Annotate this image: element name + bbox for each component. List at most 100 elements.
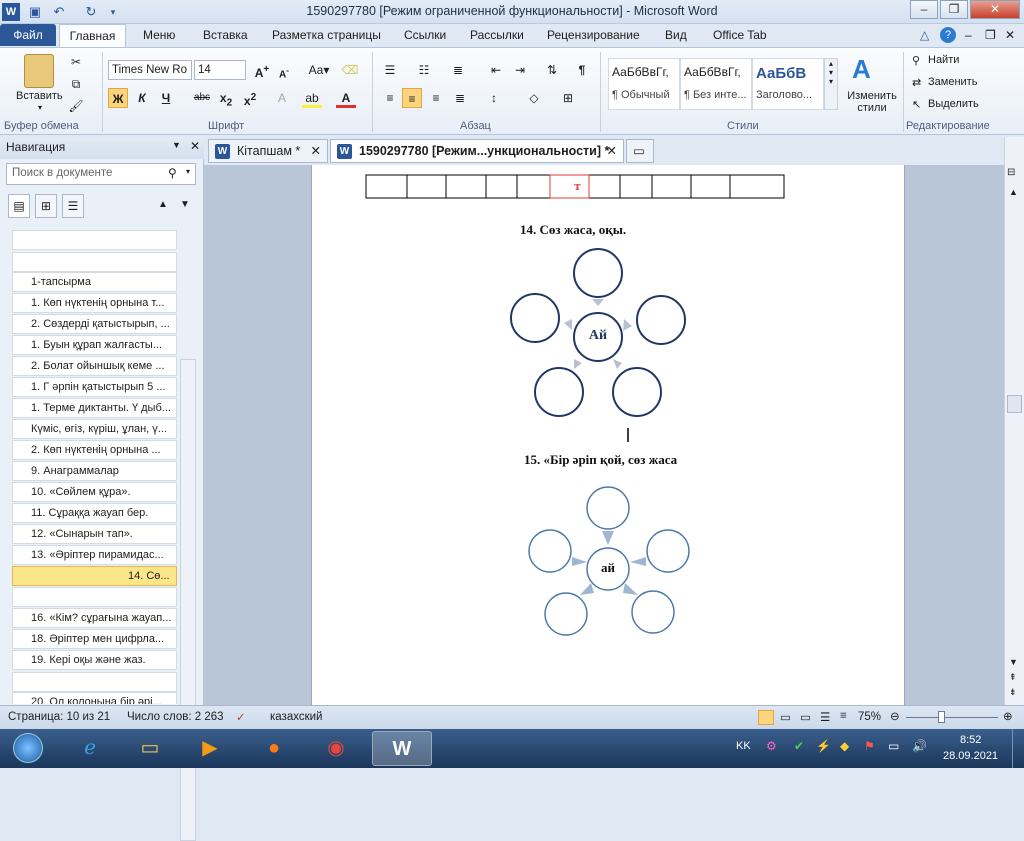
subscript-button[interactable]: x2 [216,88,236,108]
nav-heading-item[interactable]: 10. «Сөйлем құра». [12,482,177,502]
nav-heading-item[interactable]: 2. Болат ойыншық кеме ... [12,356,177,376]
print-layout-icon[interactable] [758,710,774,725]
help-icon[interactable]: ? [940,27,956,43]
doc-tab-current[interactable]: W 1590297780 [Режим...ункциональности] *… [330,139,624,163]
nav-heading-item[interactable]: 11. Сұраққа жауап бер. [12,503,177,523]
multilevel-list-icon[interactable]: ≣ [448,60,468,80]
nav-heading-item[interactable]: 1. Терме диктанты. Ү дыб... [12,398,177,418]
nav-heading-selected[interactable]: 14. Сө... [12,566,177,586]
search-options-icon[interactable]: ▾ [186,167,190,176]
strikethrough-button[interactable]: abc [190,88,214,108]
new-tab-icon[interactable]: ▭ [626,139,654,163]
vertical-scrollbar[interactable]: ⊟ ▲ ▼ ⇞ ⇟ [1004,137,1024,705]
tray-flag-icon[interactable]: ⚑ [864,739,875,753]
tray-volume-icon[interactable]: 🔊 [912,739,927,753]
styles-scroll[interactable]: ▴ ▾ ▾ [824,58,838,110]
tray-updates-icon[interactable]: ◆ [840,739,849,753]
line-spacing-icon[interactable]: ↕ [484,88,504,108]
tab-page-layout[interactable]: Разметка страницы [272,28,381,42]
firefox-icon[interactable]: ● [248,731,300,766]
change-case-icon[interactable]: Aa▾ [306,60,332,80]
zoom-in-icon[interactable]: ⊕ [1003,709,1013,723]
web-layout-icon[interactable]: ▭ [800,710,811,724]
nav-heading-item[interactable]: Күміс, өгіз, күріш, ұлан, ү... [12,419,177,439]
restore-button[interactable]: ❐ [940,0,968,19]
tab-insert[interactable]: Вставка [203,28,248,42]
tray-security-icon[interactable]: ✔ [794,739,804,753]
show-desktop-button[interactable] [1012,729,1024,768]
find-icon[interactable]: ⚲ [912,54,920,67]
nav-heading-item[interactable]: 2. Сөздерді қатыстырып, ... [12,314,177,334]
tab-review[interactable]: Рецензирование [547,28,640,42]
doc-minimize-icon[interactable]: – [965,28,972,42]
select-button[interactable]: Выделить [928,98,979,110]
font-color-icon[interactable]: A [336,88,356,108]
nav-heading-item[interactable]: 18. Әріптер мен цифрла... [12,629,177,649]
tab-view[interactable]: Вид [665,28,687,42]
full-screen-icon[interactable]: ▭ [780,710,791,724]
file-explorer-icon[interactable]: ▭ [124,731,176,766]
change-styles-button[interactable]: Изменить стили [845,90,899,114]
close-tab-icon[interactable]: ✕ [607,140,617,162]
word-taskbar-button[interactable]: W [372,731,432,766]
tray-display-icon[interactable]: ▭ [888,739,899,753]
find-button[interactable]: Найти [928,54,959,66]
text-effects-icon[interactable]: A [272,88,292,108]
proofing-icon[interactable]: ✓ [236,710,246,724]
input-language[interactable]: KK [736,740,751,752]
nav-scrollbar[interactable] [180,359,196,841]
minimize-button[interactable]: – [910,0,938,19]
doc-close-icon[interactable]: ✕ [1005,28,1015,42]
change-styles-icon[interactable]: A [852,54,871,85]
media-player-icon[interactable]: ▶ [184,731,236,766]
ruler-toggle-icon[interactable]: ⊟ [1007,167,1015,178]
tray-network-share-icon[interactable]: ⚙ [766,739,777,753]
shading-icon[interactable]: ◇ [524,88,544,108]
replace-icon[interactable]: ⇄ [912,76,921,89]
internet-explorer-icon[interactable]: ℯ [64,731,116,766]
nav-heading-item[interactable]: 13. «Әріптер пирамидас... [12,545,177,565]
numbering-icon[interactable]: ☷ [414,60,434,80]
highlight-icon[interactable]: ab [302,88,322,108]
sort-icon[interactable]: ⇅ [542,60,562,80]
zoom-out-icon[interactable]: ⊖ [890,709,900,723]
document-page[interactable]: т 14. Сөз жаса, оқы. Ай 15. «Бір әріп қо… [311,165,905,705]
collapse-ribbon-icon[interactable]: △ [920,28,929,42]
select-icon[interactable]: ↖ [912,98,921,111]
font-size-combo[interactable]: 14 [194,60,246,80]
grow-font-icon[interactable]: A+ [252,60,272,80]
prev-page-icon[interactable]: ⇞ [1009,672,1017,683]
nav-heading-item[interactable]: 1. Буын құрап жалғасты... [12,335,177,355]
increase-indent-icon[interactable]: ⇥ [510,60,530,80]
tab-references[interactable]: Ссылки [404,28,446,42]
outline-icon[interactable]: ☰ [820,710,830,724]
nav-heading-item[interactable] [12,672,177,692]
close-button[interactable]: ✕ [970,0,1020,19]
zoom-level[interactable]: 75% [858,711,881,723]
nav-heading-item[interactable]: 1. Көп нүктенің орнына т... [12,293,177,313]
tab-mailings[interactable]: Рассылки [470,28,524,42]
next-page-icon[interactable]: ⇟ [1009,687,1017,698]
word-count[interactable]: Число слов: 2 263 [127,711,224,723]
nav-heading-item[interactable]: 12. «Сынарын тап». [12,524,177,544]
doc-restore-icon[interactable]: ❐ [985,28,996,42]
clear-formatting-icon[interactable]: ⌫ [340,60,360,80]
nav-heading-item[interactable]: 16. «Кім? сұрағына жауап... [12,608,177,628]
tab-office-tab[interactable]: Office Tab [713,28,767,42]
doc-tab-kitapsham[interactable]: W Кітапшам * ✕ [208,139,328,163]
align-right-icon[interactable]: ≡ [426,88,446,108]
nav-close-icon[interactable]: ✕ [190,139,200,153]
start-button[interactable] [2,731,54,766]
draft-icon[interactable]: ≡ [840,710,847,722]
replace-button[interactable]: Заменить [928,76,977,88]
style-normal[interactable]: АаБбВвГг, ¶ Обычный [608,58,680,110]
decrease-indent-icon[interactable]: ⇤ [486,60,506,80]
justify-icon[interactable]: ≣ [450,88,470,108]
page-count[interactable]: Страница: 10 из 21 [8,711,110,723]
borders-icon[interactable]: ⊞ [558,88,578,108]
nav-heading-item[interactable]: 1-тапсырма [12,272,177,292]
nav-heading-item[interactable] [12,252,177,272]
bullets-icon[interactable]: ☰ [380,60,400,80]
nav-heading-item[interactable]: 20. Ол колонына бір әрі... [12,692,177,704]
nav-heading-item[interactable] [12,587,177,607]
